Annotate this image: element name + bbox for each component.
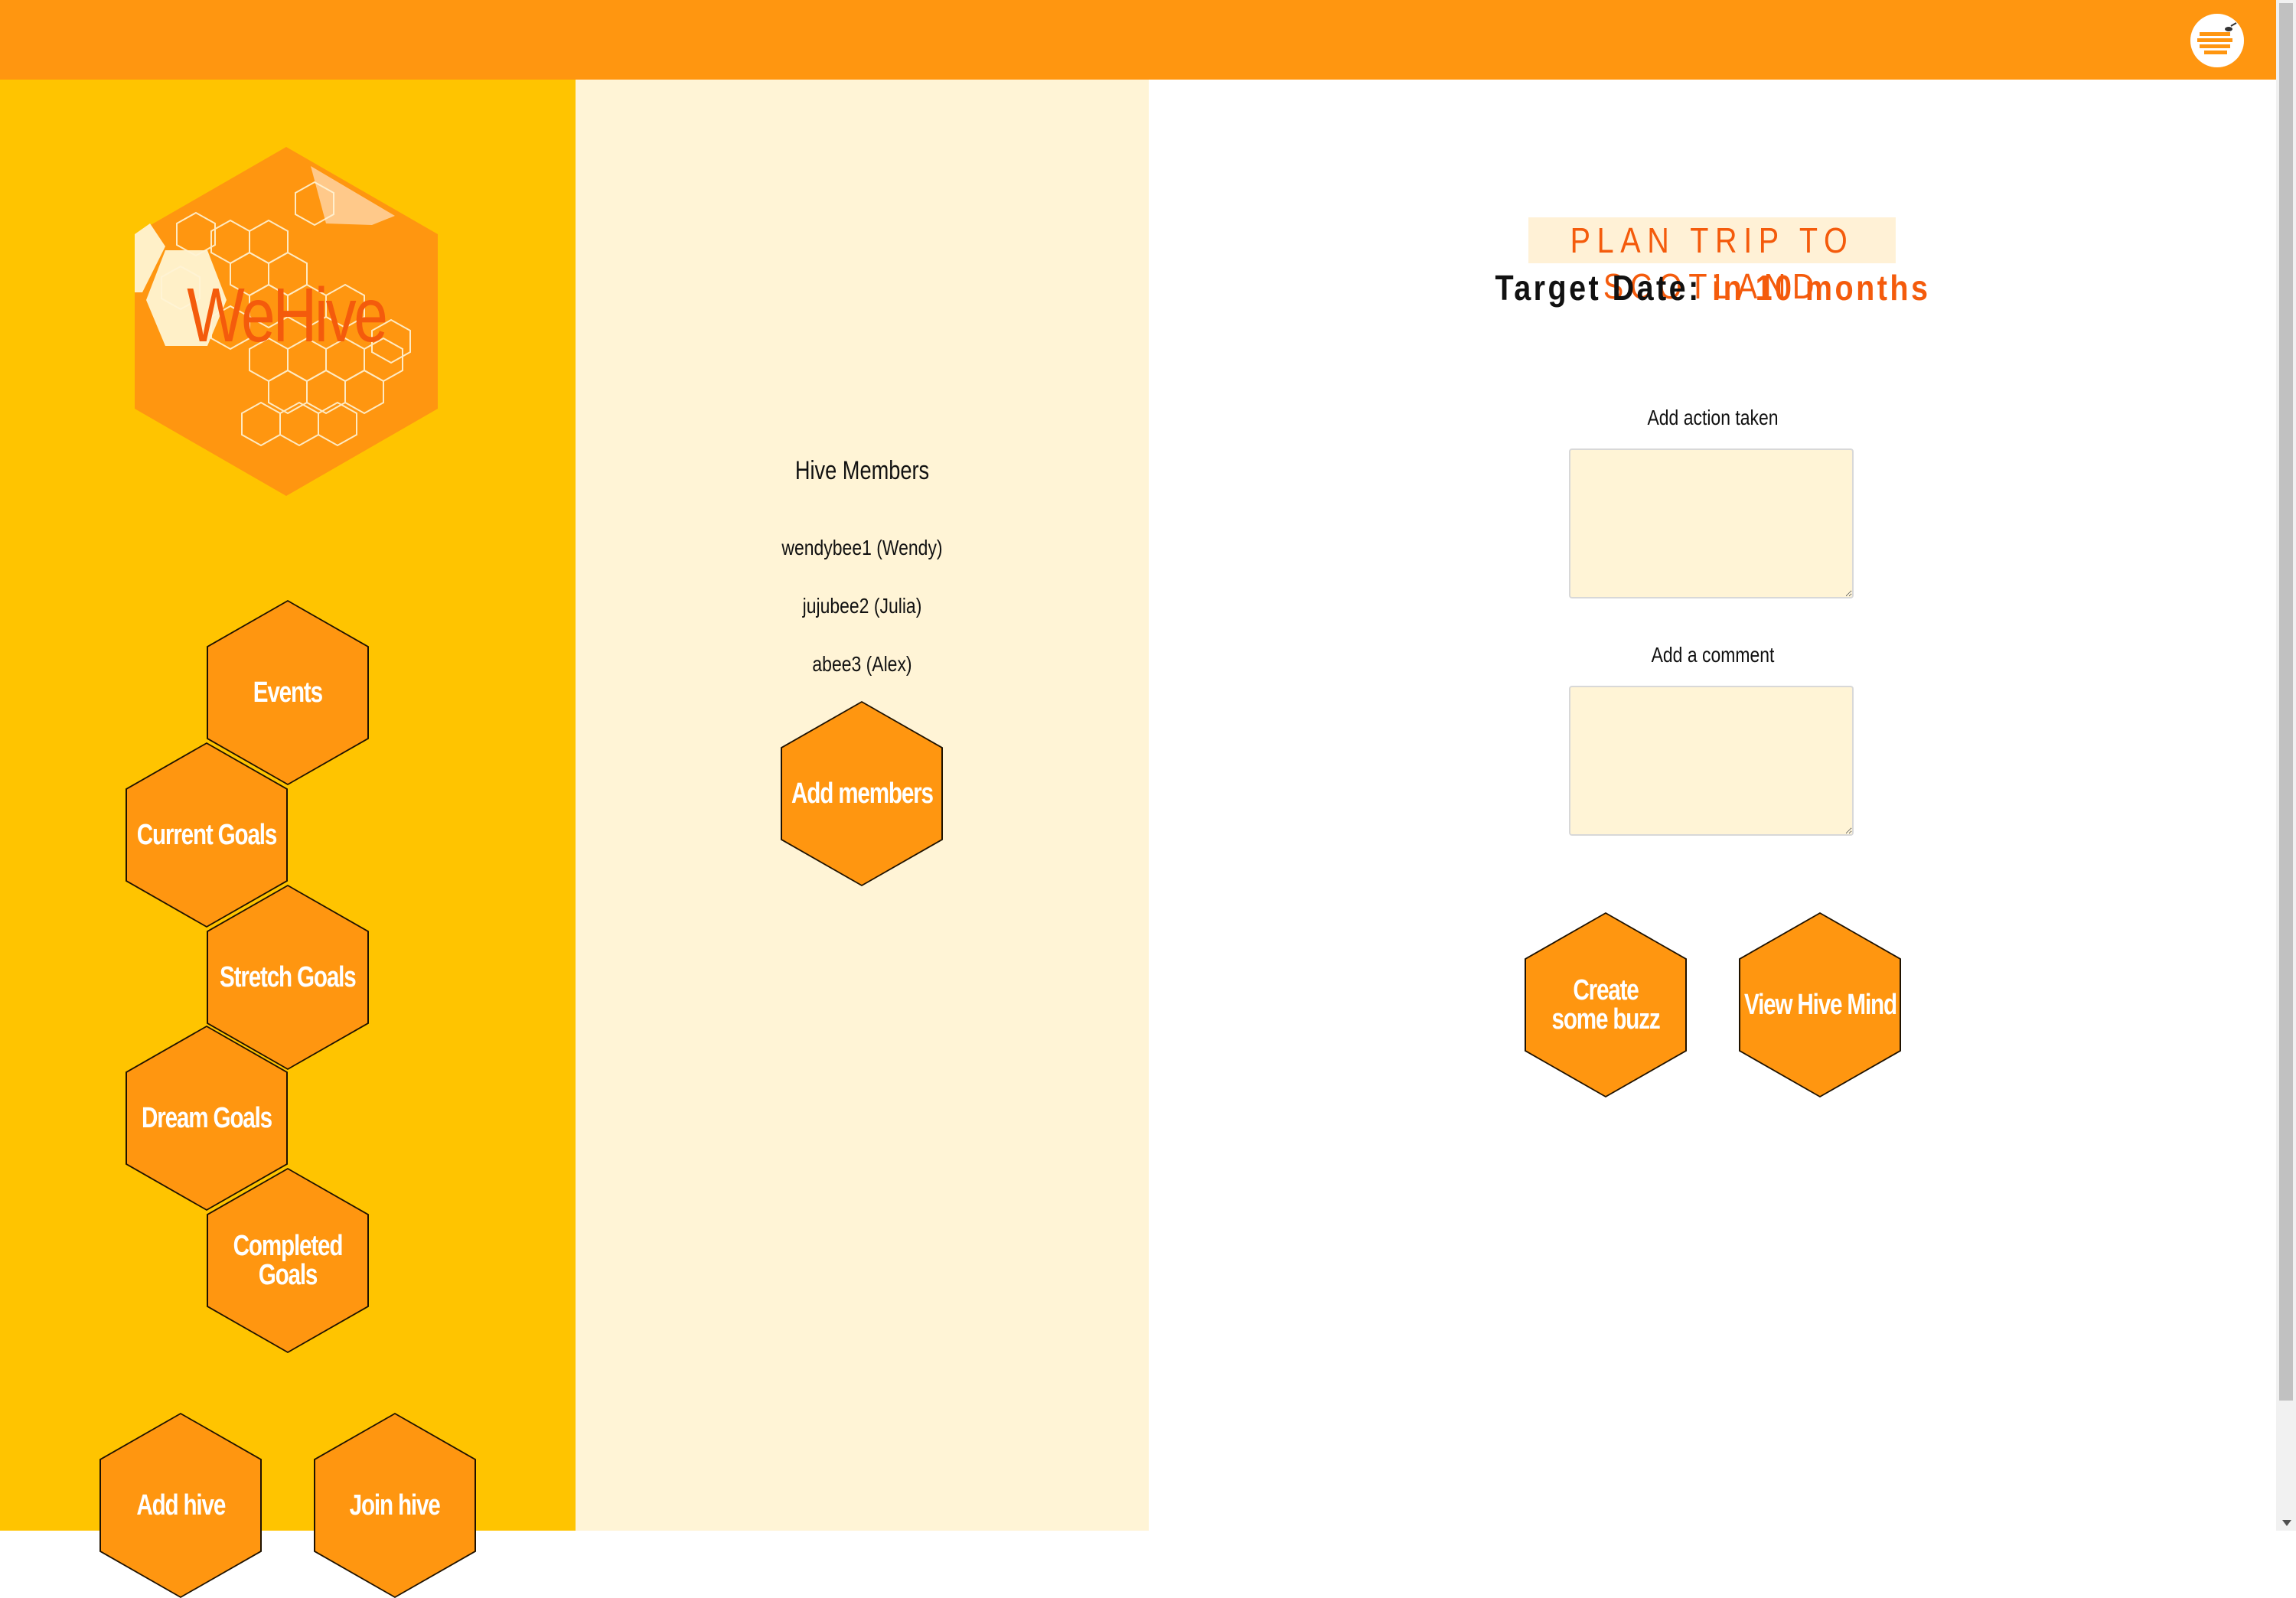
hive-members-heading: Hive Members [794, 456, 930, 485]
stretch-goals-label: Stretch Goals [220, 961, 357, 993]
add-members-label: Add members [791, 778, 934, 810]
view-hive-mind-label: View Hive Mind [1743, 989, 1897, 1021]
dream-goals-label: Dream Goals [142, 1102, 272, 1134]
comment-textarea[interactable] [1569, 686, 1854, 836]
create-buzz-button[interactable]: Create some buzz [1525, 912, 1687, 1097]
create-buzz-label: Create some buzz [1551, 974, 1661, 1035]
page-scrollbar[interactable] [2276, 0, 2296, 1531]
target-date-label: Target Date: [1495, 268, 1701, 308]
member-item: wendybee1 (Wendy) [781, 536, 943, 559]
target-date: Target Date: in 10 months [1490, 265, 1935, 311]
scrollbar-thumb[interactable] [2279, 3, 2293, 1401]
current-goals-label: Current Goals [136, 819, 278, 851]
action-textarea[interactable] [1569, 448, 1854, 598]
scroll-down-icon[interactable] [2282, 1520, 2291, 1526]
app-logo-text: WeHive [187, 272, 388, 358]
join-hive-label: Join hive [350, 1489, 441, 1521]
action-field-label: Add action taken [1647, 406, 1779, 429]
member-item: abee3 (Alex) [812, 652, 912, 676]
comment-field-label: Add a comment [1651, 643, 1775, 667]
top-bar [0, 0, 2276, 80]
target-date-value: in 10 months [1712, 268, 1931, 308]
add-hive-label: Add hive [136, 1489, 226, 1521]
view-hive-mind-button[interactable]: View Hive Mind [1739, 912, 1901, 1097]
goal-title: PLAN TRIP TO SCOTLAND [1528, 217, 1896, 306]
member-item: jujubee2 (Julia) [802, 594, 922, 618]
events-label: Events [253, 677, 323, 709]
completed-goals-label: Completed Goals [233, 1230, 344, 1291]
hive-avatar-icon[interactable] [2190, 14, 2244, 67]
